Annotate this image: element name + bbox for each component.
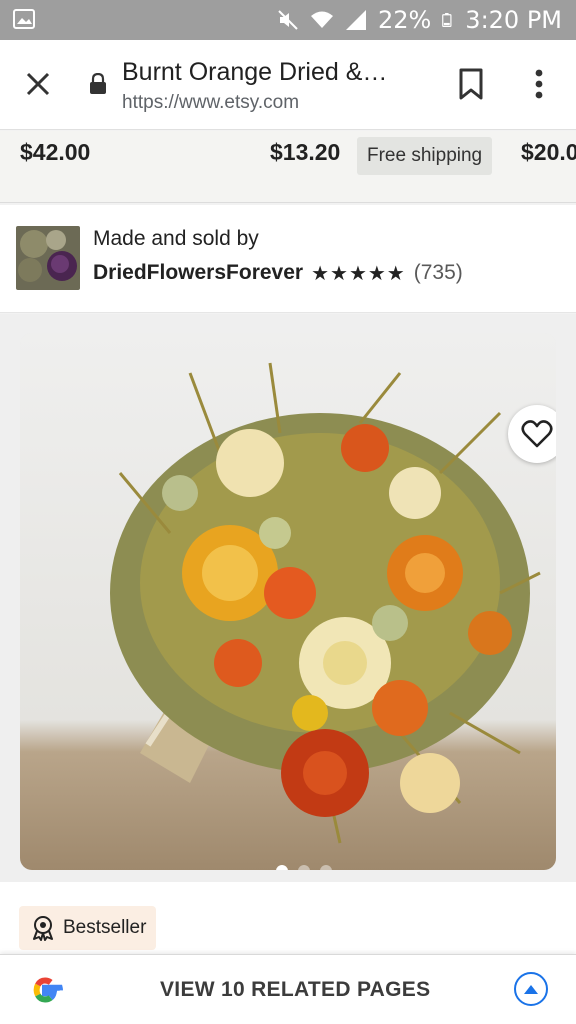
product-image-area [0,314,576,882]
expand-button[interactable] [514,972,548,1006]
price-item[interactable]: $42.00 [20,139,90,166]
rating-stars: ★★★★★ [311,261,406,285]
shop-name-link[interactable]: DriedFlowersForever [93,261,303,285]
view-related-pages-label[interactable]: VIEW 10 RELATED PAGES [160,978,430,1002]
more-vert-icon [535,69,543,99]
custom-tab-toolbar: Burnt Orange Dried &… https://www.etsy.c… [0,40,576,130]
battery-percent: 22% [377,6,432,34]
bookmark-button[interactable] [452,64,490,104]
page-url[interactable]: https://www.etsy.com [122,92,299,114]
close-button[interactable] [18,64,58,104]
etsy-product-page: 22% 3:20 PM Burnt Orange Dried &… https:… [0,0,576,1024]
related-items-price-strip: $42.00 $13.20 Free shipping $20.0 [0,131,576,203]
google-logo-icon [33,977,63,1003]
carousel-dot[interactable] [320,865,332,870]
carousel-dot-active[interactable] [276,865,288,870]
bouquet-photo [20,333,556,870]
clock: 3:20 PM [465,6,562,34]
heart-icon [521,420,553,448]
carousel-indicator [276,865,332,870]
product-image-carousel[interactable] [20,333,556,870]
related-pages-bar[interactable]: VIEW 10 RELATED PAGES [0,954,576,1024]
wifi-icon [310,11,333,28]
bestseller-badge: Bestseller [19,906,157,950]
signal-icon [345,10,366,30]
lock-icon [90,73,106,94]
gallery-notification-icon [13,9,35,29]
bookmark-icon [459,68,483,100]
product-details-section: Bestseller [0,882,576,954]
free-shipping-badge: Free shipping [357,137,493,175]
mute-icon [278,10,298,30]
award-ribbon-icon [33,916,53,941]
made-and-sold-by-label: Made and sold by [93,227,259,250]
close-icon [26,72,50,96]
shop-avatar[interactable] [16,226,80,290]
status-bar: 22% 3:20 PM [0,0,576,40]
battery-icon [442,13,452,27]
price-item[interactable]: $13.20 [270,139,340,166]
page-title: Burnt Orange Dried &… [122,58,388,86]
seller-info: DriedFlowersForever ★★★★★ (735) [93,261,463,285]
more-options-button[interactable] [522,64,556,104]
price-item[interactable]: $20.0 [521,139,576,166]
carousel-dot[interactable] [298,865,310,870]
review-count[interactable]: (735) [414,261,463,285]
bestseller-label: Bestseller [63,917,147,938]
seller-block[interactable]: Made and sold by DriedFlowersForever ★★★… [0,205,576,313]
chevron-up-icon [524,985,538,994]
